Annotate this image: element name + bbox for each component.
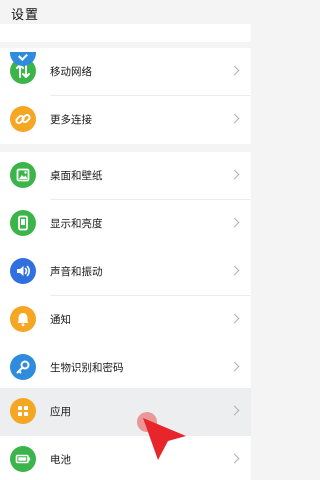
chevron-right-icon <box>229 313 240 324</box>
wallpaper-icon <box>10 162 36 188</box>
key-icon <box>10 354 36 380</box>
settings-item-label: 电池 <box>50 454 71 466</box>
settings-item-label: 通知 <box>50 314 71 326</box>
settings-group-network: 移动网络 更多连接 <box>0 48 251 144</box>
pointer-arrow-icon <box>143 418 186 460</box>
chevron-right-icon <box>229 453 240 464</box>
settings-group-security: 生物识别和密码 应用 电池 <box>0 344 251 480</box>
chevron-right-icon <box>229 113 240 124</box>
chevron-right-icon <box>229 169 240 180</box>
settings-group-display: 桌面和壁纸 显示和亮度 <box>0 152 251 248</box>
chevron-right-icon <box>229 405 240 416</box>
settings-item-mobile-network[interactable]: 移动网络 <box>0 48 251 96</box>
settings-item-sound-vibration[interactable]: 声音和振动 <box>0 248 251 296</box>
settings-item-notifications[interactable]: 通知 <box>0 296 251 344</box>
settings-item-battery[interactable]: 电池 <box>0 436 251 480</box>
settings-item-biometrics-password[interactable]: 生物识别和密码 <box>0 344 251 392</box>
settings-group-partial <box>0 24 251 66</box>
settings-item-wallpaper[interactable]: 桌面和壁纸 <box>0 152 251 200</box>
settings-item-label: 桌面和壁纸 <box>50 170 103 182</box>
settings-item-label: 显示和亮度 <box>50 218 103 230</box>
display-icon <box>10 210 36 236</box>
settings-item-label: 声音和振动 <box>50 266 103 278</box>
settings-item-display-brightness[interactable]: 显示和亮度 <box>0 200 251 248</box>
chevron-right-icon <box>229 265 240 276</box>
apps-icon <box>10 398 36 424</box>
settings-item-label: 更多连接 <box>50 114 92 126</box>
chevron-right-icon <box>229 361 240 372</box>
settings-item-label: 生物识别和密码 <box>50 362 124 374</box>
sound-icon <box>10 258 36 284</box>
bell-icon <box>10 306 36 332</box>
page-title: 设置 <box>11 8 40 23</box>
settings-item-label: 应用 <box>50 406 71 418</box>
settings-item-label: 移动网络 <box>50 66 92 78</box>
app-header: 设置 <box>0 0 251 24</box>
battery-icon <box>10 446 36 472</box>
chevron-right-icon <box>229 65 240 76</box>
link-icon <box>10 106 36 132</box>
settings-group-sound: 声音和振动 通知 <box>0 248 251 344</box>
settings-item-apps[interactable]: 应用 <box>0 388 251 436</box>
chevron-right-icon <box>229 217 240 228</box>
settings-item-more-connections[interactable]: 更多连接 <box>0 96 251 144</box>
